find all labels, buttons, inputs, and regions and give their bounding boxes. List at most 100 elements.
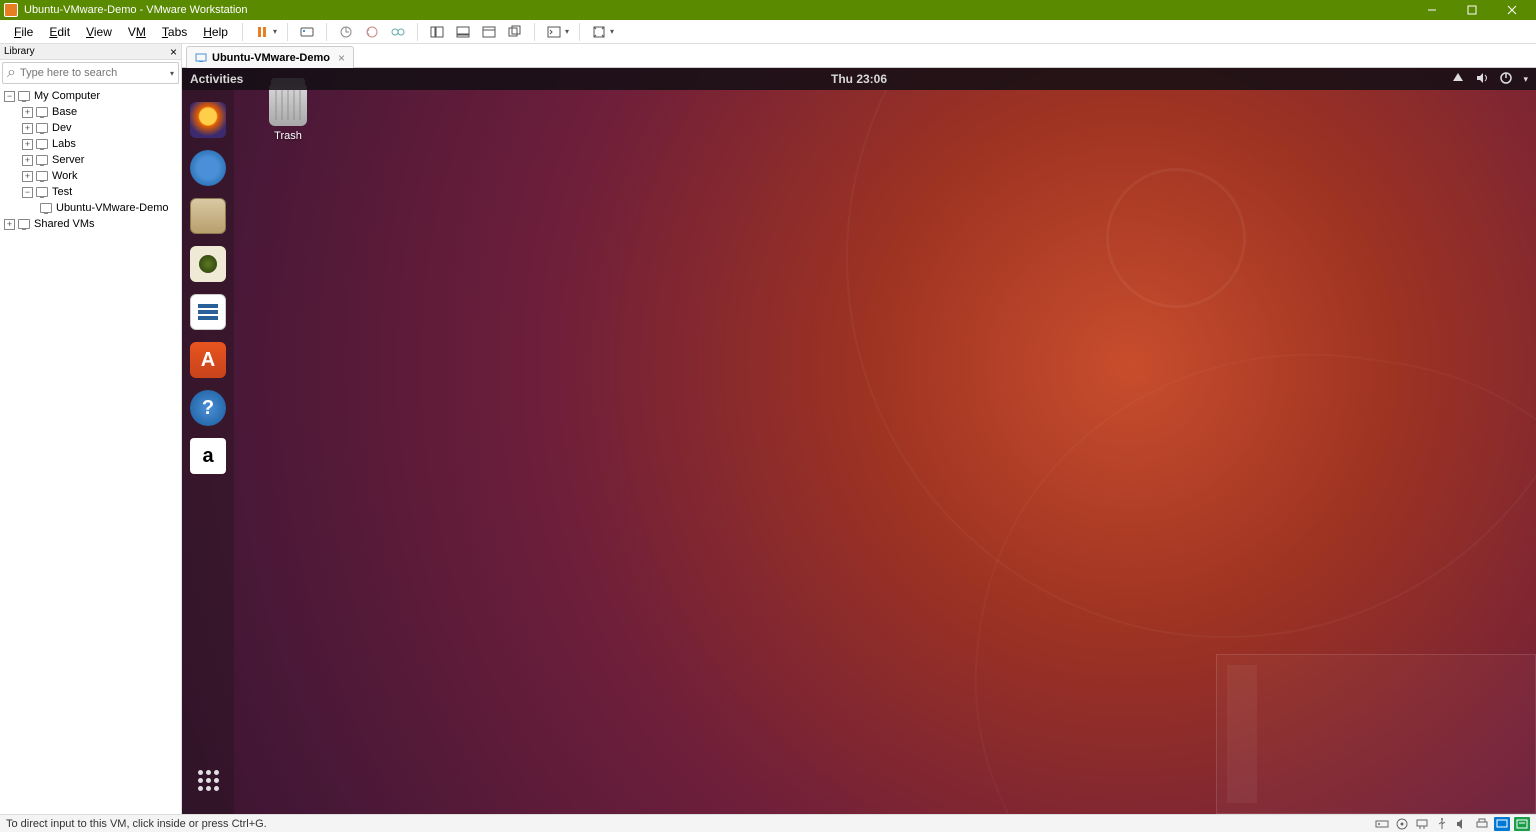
vm-tab-bar: Ubuntu-VMware-Demo × <box>182 44 1536 68</box>
folder-icon <box>36 155 48 165</box>
tabs-button[interactable] <box>503 21 527 43</box>
vm-tab[interactable]: Ubuntu-VMware-Demo × <box>186 46 354 68</box>
library-close-button[interactable]: × <box>170 45 177 59</box>
menu-view[interactable]: View <box>78 23 120 41</box>
vm-icon <box>40 203 52 213</box>
library-title: Library <box>4 46 35 57</box>
firefox-icon[interactable] <box>190 102 226 138</box>
fullscreen-button[interactable] <box>587 21 611 43</box>
expand-icon[interactable]: + <box>22 123 33 134</box>
menu-edit[interactable]: Edit <box>41 23 78 41</box>
console-view-button[interactable] <box>542 21 566 43</box>
system-tray[interactable]: ▾ <box>1451 71 1528 88</box>
rhythmbox-icon[interactable] <box>190 246 226 282</box>
shared-icon <box>18 219 30 229</box>
snapshot-manager-button[interactable] <box>386 21 410 43</box>
help-icon[interactable]: ? <box>190 390 226 426</box>
network-adapter-icon[interactable] <box>1414 817 1430 831</box>
tree-label: Base <box>52 106 77 118</box>
menu-vm[interactable]: VM <box>120 23 154 41</box>
harddisk-icon[interactable] <box>1374 817 1390 831</box>
wallpaper-decoration <box>1106 168 1246 308</box>
window-title: Ubuntu-VMware-Demo - VMware Workstation <box>24 4 1412 16</box>
revert-snapshot-button[interactable] <box>360 21 384 43</box>
folder-icon <box>36 187 48 197</box>
guest-desktop[interactable]: Activities Thu 23:06 ▾ A ? a <box>182 68 1536 814</box>
clock[interactable]: Thu 23:06 <box>831 72 887 86</box>
libreoffice-writer-icon[interactable] <box>190 294 226 330</box>
ubuntu-software-icon[interactable]: A <box>190 342 226 378</box>
network-icon[interactable] <box>1451 71 1465 88</box>
tree-my-computer[interactable]: − My Computer <box>0 88 181 104</box>
expand-icon[interactable]: + <box>22 155 33 166</box>
folder-icon <box>36 107 48 117</box>
tree-folder-server[interactable]: + Server <box>0 152 181 168</box>
console-dropdown[interactable]: ▾ <box>565 27 573 36</box>
minimize-button[interactable] <box>1412 0 1452 20</box>
tab-close-button[interactable]: × <box>338 51 345 65</box>
volume-icon[interactable] <box>1475 71 1489 88</box>
tree-label: Server <box>52 154 84 166</box>
expand-icon[interactable]: + <box>4 219 15 230</box>
tree-folder-test[interactable]: − Test <box>0 184 181 200</box>
window-titlebar: Ubuntu-VMware-Demo - VMware Workstation <box>0 0 1536 20</box>
tree-label: Shared VMs <box>34 218 95 230</box>
folder-view-button[interactable] <box>477 21 501 43</box>
message-log-icon[interactable] <box>1514 817 1530 831</box>
close-button[interactable] <box>1492 0 1532 20</box>
expand-icon[interactable]: + <box>22 107 33 118</box>
show-library-button[interactable] <box>425 21 449 43</box>
expand-icon[interactable]: + <box>22 171 33 182</box>
fullscreen-dropdown[interactable]: ▾ <box>610 27 618 36</box>
thunderbird-icon[interactable] <box>190 150 226 186</box>
expand-icon[interactable]: + <box>22 139 33 150</box>
library-search-input[interactable] <box>20 67 170 79</box>
menu-help[interactable]: Help <box>195 23 236 41</box>
chevron-down-icon[interactable]: ▾ <box>1523 74 1528 85</box>
collapse-icon[interactable]: − <box>22 187 33 198</box>
sound-icon[interactable] <box>1454 817 1470 831</box>
thumbnail-bar-button[interactable] <box>451 21 475 43</box>
workspace-preview[interactable] <box>1216 654 1536 814</box>
tree-shared-vms[interactable]: + Shared VMs <box>0 216 181 232</box>
amazon-icon[interactable]: a <box>190 438 226 474</box>
tree-vm-active[interactable]: Ubuntu-VMware-Demo <box>0 200 181 216</box>
tree-label: My Computer <box>34 90 100 102</box>
power-icon[interactable] <box>1499 71 1513 88</box>
snapshot-button[interactable] <box>334 21 358 43</box>
separator <box>242 23 243 41</box>
tree-label: Dev <box>52 122 72 134</box>
separator <box>579 23 580 41</box>
show-applications-button[interactable] <box>190 762 226 798</box>
suspend-button[interactable] <box>250 21 274 43</box>
collapse-icon[interactable]: − <box>4 91 15 102</box>
app-icon <box>4 3 18 17</box>
separator <box>326 23 327 41</box>
printer-icon[interactable] <box>1474 817 1490 831</box>
tree-folder-base[interactable]: + Base <box>0 104 181 120</box>
cdrom-icon[interactable] <box>1394 817 1410 831</box>
library-search[interactable]: ⌕ ▾ <box>2 62 179 84</box>
vm-view: Ubuntu-VMware-Demo × Activities Thu 23:0… <box>182 44 1536 814</box>
library-tree: − My Computer + Base + Dev + Labs + <box>0 86 181 814</box>
menu-file[interactable]: File <box>6 23 41 41</box>
tree-folder-work[interactable]: + Work <box>0 168 181 184</box>
send-ctrlaltdel-button[interactable] <box>295 21 319 43</box>
files-icon[interactable] <box>190 198 226 234</box>
usb-icon[interactable] <box>1434 817 1450 831</box>
tree-folder-dev[interactable]: + Dev <box>0 120 181 136</box>
tree-folder-labs[interactable]: + Labs <box>0 136 181 152</box>
folder-icon <box>36 139 48 149</box>
computer-icon <box>18 91 30 101</box>
tree-label: Test <box>52 186 72 198</box>
activities-button[interactable]: Activities <box>190 72 243 86</box>
desktop-trash[interactable]: Trash <box>256 84 320 142</box>
tree-label: Labs <box>52 138 76 150</box>
search-dropdown[interactable]: ▾ <box>170 69 174 78</box>
status-device-tray <box>1374 817 1530 831</box>
ubuntu-dock: A ? a <box>182 90 234 814</box>
power-dropdown[interactable]: ▾ <box>273 27 281 36</box>
display-icon[interactable] <box>1494 817 1510 831</box>
maximize-button[interactable] <box>1452 0 1492 20</box>
menu-tabs[interactable]: Tabs <box>154 23 195 41</box>
